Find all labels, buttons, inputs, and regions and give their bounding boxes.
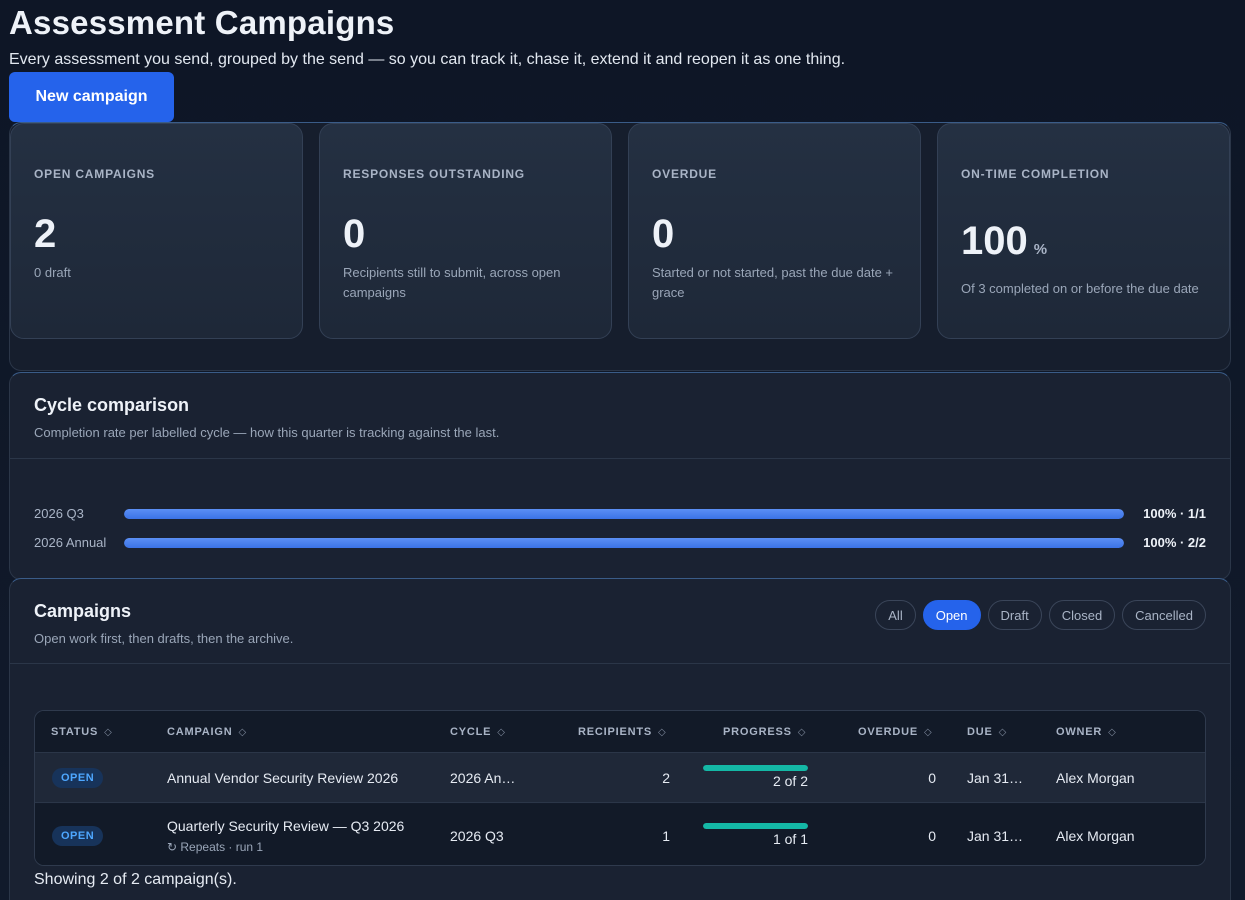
- cycle-bar-track: [124, 509, 1124, 519]
- table-row[interactable]: OPEN Annual Vendor Security Review 2026 …: [35, 753, 1205, 803]
- column-header-recipients[interactable]: RECIPIENTS ◇: [578, 726, 667, 738]
- kpi-label: ON-TIME COMPLETION: [961, 167, 1110, 181]
- column-header-campaign[interactable]: CAMPAIGN ◇: [167, 726, 247, 738]
- sort-icon[interactable]: ◇: [238, 727, 247, 738]
- repeat-note: ↻ Repeats · run 1: [167, 840, 264, 854]
- column-header-status[interactable]: STATUS ◇: [51, 726, 113, 738]
- sort-icon[interactable]: ◇: [999, 727, 1008, 738]
- kpi-sub: Recipients still to submit, across open …: [343, 265, 561, 300]
- column-header-overdue[interactable]: OVERDUE ◇: [858, 726, 933, 738]
- kpi-sub: Started or not started, past the due dat…: [652, 265, 894, 300]
- filter-draft[interactable]: Draft: [987, 600, 1042, 630]
- cycle-comparison-section: Cycle comparison Completion rate per lab…: [9, 372, 1231, 580]
- kpi-on-time-completion: ON-TIME COMPLETION 100% Of 3 completed o…: [937, 123, 1230, 339]
- status-badge: OPEN: [52, 768, 104, 788]
- divider: [10, 663, 1230, 664]
- cycle-label: 2026 Q3: [34, 506, 84, 521]
- kpi-value: 2: [34, 212, 57, 256]
- kpi-label: RESPONSES OUTSTANDING: [343, 167, 525, 181]
- campaign-recipients: 1: [662, 828, 670, 844]
- page-subtitle: Every assessment you send, grouped by th…: [9, 51, 846, 68]
- campaign-name[interactable]: Quarterly Security Review — Q3 2026: [167, 818, 404, 834]
- kpi-value: 0: [652, 212, 675, 256]
- sort-icon[interactable]: ◇: [1108, 727, 1117, 738]
- sort-icon[interactable]: ◇: [104, 727, 113, 738]
- section-title: Campaigns: [34, 601, 132, 621]
- kpi-label: OPEN CAMPAIGNS: [34, 167, 155, 181]
- kpi-overdue: OVERDUE 0 Started or not started, past t…: [628, 123, 921, 339]
- column-header-owner[interactable]: OWNER ◇: [1056, 726, 1117, 738]
- kpi-label: OVERDUE: [652, 167, 717, 181]
- progress-bar-fill: [703, 765, 808, 771]
- cycle-value: 100% · 2/2: [1143, 535, 1206, 550]
- campaign-owner: Alex Morgan: [1056, 828, 1135, 844]
- sort-icon[interactable]: ◇: [924, 727, 933, 738]
- kpi-open-campaigns: OPEN CAMPAIGNS 2 0 draft: [10, 123, 303, 339]
- campaign-owner: Alex Morgan: [1056, 770, 1135, 786]
- campaign-cycle: 2026 Q3: [450, 828, 504, 844]
- sort-icon[interactable]: ◇: [497, 727, 506, 738]
- progress-bar-track: [703, 823, 808, 829]
- cycle-row: 2026 Annual 100% · 2/2: [34, 533, 1206, 553]
- filter-all[interactable]: All: [875, 600, 916, 630]
- section-subtitle: Open work first, then drafts, then the a…: [34, 631, 294, 646]
- kpi-value: 0: [343, 212, 366, 256]
- campaign-overdue: 0: [928, 828, 936, 844]
- column-header-cycle[interactable]: CYCLE ◇: [450, 726, 506, 738]
- results-count: Showing 2 of 2 campaign(s).: [34, 871, 237, 888]
- column-header-due[interactable]: DUE ◇: [967, 726, 1007, 738]
- cycle-row: 2026 Q3 100% · 1/1: [34, 504, 1206, 524]
- cycle-bar-track: [124, 538, 1124, 548]
- sort-icon[interactable]: ◇: [658, 727, 667, 738]
- campaign-name[interactable]: Annual Vendor Security Review 2026: [167, 770, 398, 786]
- kpi-responses-outstanding: RESPONSES OUTSTANDING 0 Recipients still…: [319, 123, 612, 339]
- campaign-due: Jan 31…: [967, 828, 1024, 844]
- campaigns-section: Campaigns Open work first, then drafts, …: [9, 578, 1231, 900]
- campaign-cycle: 2026 An…: [450, 770, 516, 786]
- progress-text: 1 of 1: [772, 831, 808, 847]
- cycle-bar-fill: [124, 538, 1124, 548]
- cycle-label: 2026 Annual: [34, 535, 107, 550]
- section-subtitle: Completion rate per labelled cycle — how…: [34, 425, 500, 440]
- column-header-progress[interactable]: PROGRESS ◇: [723, 726, 806, 738]
- progress-bar-track: [703, 765, 808, 771]
- section-title: Cycle comparison: [34, 395, 190, 415]
- kpi-unit: %: [1033, 241, 1048, 258]
- progress-bar-fill: [703, 823, 808, 829]
- filter-closed[interactable]: Closed: [1048, 600, 1116, 630]
- table-header: STATUS ◇ CAMPAIGN ◇ CYCLE ◇ RECIPIENTS ◇ PRO…: [35, 711, 1205, 753]
- cycle-value: 100% · 1/1: [1143, 506, 1206, 521]
- divider: [10, 458, 1230, 459]
- kpi-sub: 0 draft: [34, 265, 71, 280]
- campaigns-table: STATUS ◇ CAMPAIGN ◇ CYCLE ◇ RECIPIENTS ◇ PRO…: [34, 710, 1206, 866]
- status-filters: All Open Draft Closed Cancelled: [875, 600, 1206, 630]
- table-row[interactable]: OPEN Quarterly Security Review — Q3 2026…: [35, 804, 1205, 865]
- status-badge: OPEN: [52, 826, 104, 846]
- kpi-sub: Of 3 completed on or before the due date: [961, 281, 1199, 296]
- page-title: Assessment Campaigns: [9, 4, 395, 41]
- campaign-overdue: 0: [928, 770, 936, 786]
- sort-icon[interactable]: ◇: [798, 727, 807, 738]
- campaign-recipients: 2: [662, 770, 670, 786]
- filter-cancelled[interactable]: Cancelled: [1122, 600, 1206, 630]
- progress-text: 2 of 2: [772, 773, 808, 789]
- kpi-value: 100%: [961, 219, 1048, 263]
- campaign-due: Jan 31…: [967, 770, 1024, 786]
- filter-open[interactable]: Open: [922, 600, 981, 630]
- kpi-section: OPEN CAMPAIGNS 2 0 draft RESPONSES OUTST…: [9, 122, 1231, 371]
- cycle-bar-fill: [124, 509, 1124, 519]
- new-campaign-button[interactable]: New campaign: [9, 72, 174, 122]
